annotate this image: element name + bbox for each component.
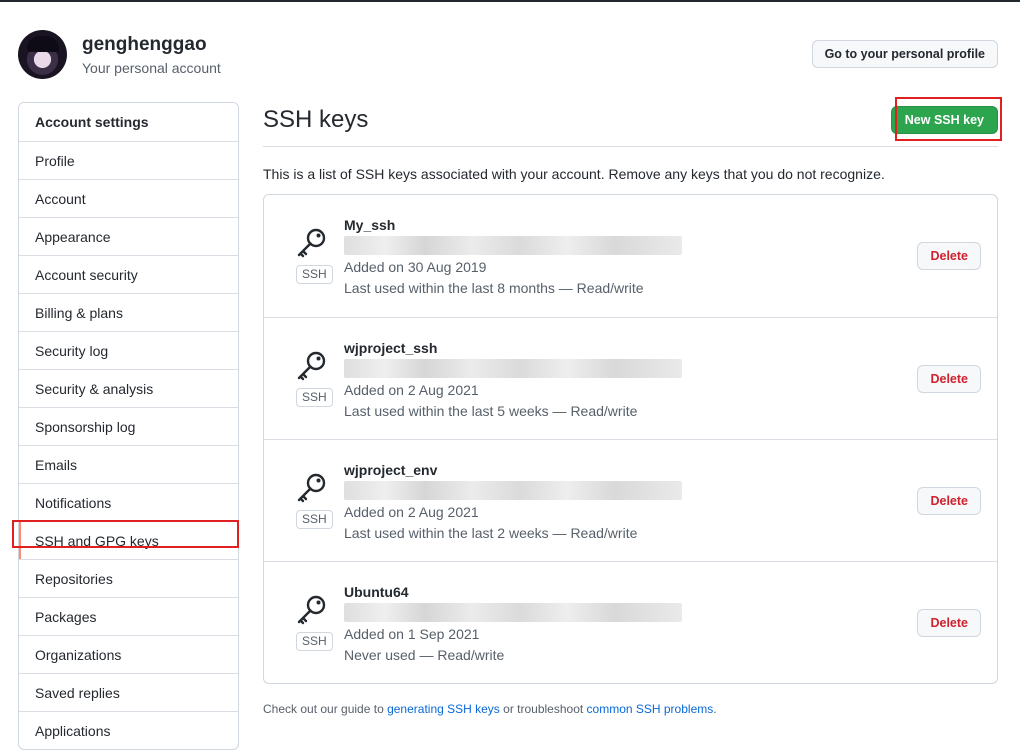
sidebar-item-appearance[interactable]: Appearance: [19, 217, 238, 255]
key-icon: [297, 228, 326, 258]
ssh-key-list: SSH My_ssh Added on 30 Aug 2019 Last use…: [263, 194, 998, 684]
key-added-date: Added on 2 Aug 2021: [344, 504, 479, 520]
sidebar-heading: Account settings: [19, 103, 238, 141]
redacted-fingerprint: [344, 359, 682, 378]
title-divider: [263, 146, 998, 147]
sidebar-item-account[interactable]: Account: [19, 179, 238, 217]
list-item: SSH wjproject_ssh Added on 2 Aug 2021 La…: [264, 317, 997, 439]
ssh-badge: SSH: [296, 388, 333, 407]
top-border: [0, 0, 1020, 2]
delete-key-button[interactable]: Delete: [917, 365, 981, 393]
key-icon: [297, 595, 326, 625]
sidebar-item-emails[interactable]: Emails: [19, 445, 238, 483]
help-footer: Check out our guide to generating SSH ke…: [263, 702, 717, 716]
sidebar-item-profile[interactable]: Profile: [19, 141, 238, 179]
key-title: wjproject_env: [344, 462, 438, 478]
sidebar-item-repositories[interactable]: Repositories: [19, 559, 238, 597]
sidebar-item-packages[interactable]: Packages: [19, 597, 238, 635]
delete-key-button[interactable]: Delete: [917, 242, 981, 270]
key-last-used: Last used within the last 5 weeks — Read…: [344, 403, 638, 419]
key-added-date: Added on 30 Aug 2019: [344, 259, 487, 275]
sidebar-item-applications[interactable]: Applications: [19, 711, 238, 749]
footer-suffix: .: [713, 702, 717, 716]
key-title: wjproject_ssh: [344, 340, 438, 356]
account-username[interactable]: genghenggao: [82, 34, 207, 56]
sidebar-item-billing-plans[interactable]: Billing & plans: [19, 293, 238, 331]
ssh-badge: SSH: [296, 265, 333, 284]
list-item: SSH My_ssh Added on 30 Aug 2019 Last use…: [264, 195, 997, 317]
footer-prefix: Check out our guide to: [263, 702, 388, 716]
redacted-fingerprint: [344, 481, 682, 500]
account-header: genghenggao Your personal account Go to …: [18, 30, 998, 80]
sidebar-item-sponsorship-log[interactable]: Sponsorship log: [19, 407, 238, 445]
list-item: SSH Ubuntu64 Added on 1 Sep 2021 Never u…: [264, 561, 997, 683]
key-title: Ubuntu64: [344, 584, 409, 600]
sidebar-item-account-security[interactable]: Account security: [19, 255, 238, 293]
key-added-date: Added on 1 Sep 2021: [344, 626, 480, 642]
redacted-fingerprint: [344, 603, 682, 622]
redacted-fingerprint: [344, 236, 682, 255]
new-ssh-key-button[interactable]: New SSH key: [890, 106, 998, 134]
footer-middle: or troubleshoot: [499, 702, 587, 716]
key-added-date: Added on 2 Aug 2021: [344, 382, 479, 398]
key-icon: [297, 473, 326, 503]
page-title: SSH keys: [263, 106, 369, 133]
ssh-badge: SSH: [296, 510, 333, 529]
settings-sidebar: Account settings Profile Account Appeara…: [18, 102, 239, 750]
common-ssh-problems-link[interactable]: common SSH problems: [587, 702, 714, 716]
key-last-used: Last used within the last 2 weeks — Read…: [344, 525, 638, 541]
sidebar-item-saved-replies[interactable]: Saved replies: [19, 673, 238, 711]
sidebar-item-security-analysis[interactable]: Security & analysis: [19, 369, 238, 407]
list-item: SSH wjproject_env Added on 2 Aug 2021 La…: [264, 439, 997, 561]
sidebar-item-notifications[interactable]: Notifications: [19, 483, 238, 521]
key-title: My_ssh: [344, 217, 396, 233]
key-last-used: Never used — Read/write: [344, 647, 505, 663]
generating-ssh-keys-link[interactable]: generating SSH keys: [387, 702, 500, 716]
avatar[interactable]: [18, 30, 67, 79]
sidebar-item-organizations[interactable]: Organizations: [19, 635, 238, 673]
delete-key-button[interactable]: Delete: [917, 609, 981, 637]
account-subtitle: Your personal account: [82, 60, 221, 76]
key-icon: [297, 351, 326, 381]
ssh-badge: SSH: [296, 632, 333, 651]
sidebar-item-ssh-gpg-keys[interactable]: SSH and GPG keys: [19, 521, 238, 559]
key-last-used: Last used within the last 8 months — Rea…: [344, 280, 644, 296]
intro-text: This is a list of SSH keys associated wi…: [263, 166, 885, 182]
personal-profile-button[interactable]: Go to your personal profile: [811, 40, 998, 68]
sidebar-item-security-log[interactable]: Security log: [19, 331, 238, 369]
delete-key-button[interactable]: Delete: [917, 487, 981, 515]
